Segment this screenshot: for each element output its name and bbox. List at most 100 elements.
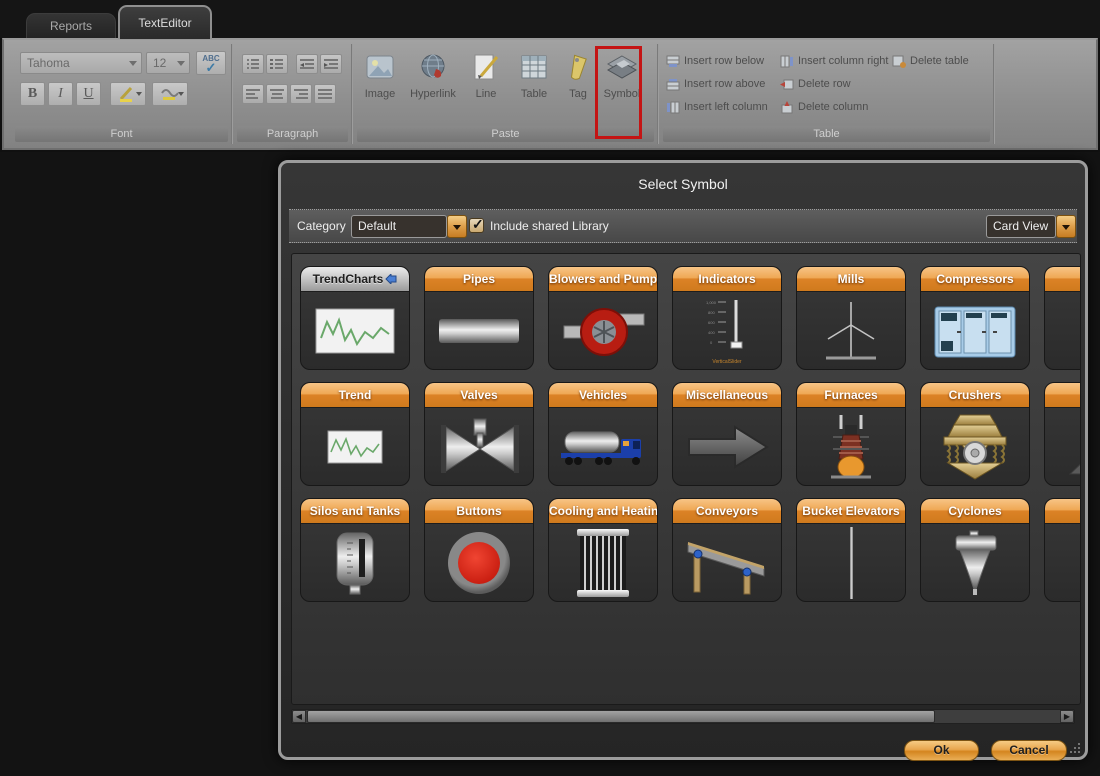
bullet-list-icon [246,58,260,70]
push-button-icon [448,532,510,594]
category-label: Category [297,219,346,233]
delete-table-label: Delete table [910,55,969,67]
horizontal-scrollbar[interactable]: ◀ ▶ [291,709,1075,724]
category-dropdown[interactable]: Default [351,215,447,238]
card-cyclones[interactable]: Cyclones [920,498,1030,602]
font-size-combo[interactable]: 12 [146,52,190,74]
scroll-right-arrow[interactable]: ▶ [1060,710,1074,723]
card-partial-1[interactable]: M [1044,266,1081,370]
underline-button[interactable]: U [76,82,101,106]
card-mills[interactable]: Mills [796,266,906,370]
card-valves[interactable]: Valves [424,382,534,486]
card-miscellaneous[interactable]: Miscellaneous [672,382,782,486]
card-bucket-elevators[interactable]: Bucket Elevators [796,498,906,602]
increase-indent-button[interactable] [320,54,342,74]
align-left-icon [246,88,260,100]
card-furnaces[interactable]: Furnaces [796,382,906,486]
view-dropdown[interactable]: Card View [986,215,1056,238]
card-vehicles[interactable]: Vehicles [548,382,658,486]
svg-text:400: 400 [708,330,715,335]
card-blowers-and-pumps[interactable]: Blowers and Pumps [548,266,658,370]
cooling-fins-icon [577,529,629,597]
insert-column-right-icon [780,55,794,68]
scroll-left-arrow[interactable]: ◀ [292,710,306,723]
insert-image-button[interactable]: Image [356,46,404,126]
justify-icon [318,88,332,100]
numbered-list-button[interactable] [266,54,288,74]
trend-chart-icon [327,430,383,464]
elevator-line-icon [850,527,853,599]
dialog-title: Select Symbol [281,176,1085,192]
cancel-button[interactable]: Cancel [991,740,1067,761]
card-cooling-and-heating[interactable]: Cooling and Heating [548,498,658,602]
insert-tag-button[interactable]: Tag [558,46,598,126]
decrease-indent-icon [300,58,314,70]
dialog-toolbar: Category Default Include shared Library … [289,209,1077,243]
resize-grip[interactable] [1068,741,1080,753]
numbered-list-icon [270,58,284,70]
highlight-color-button[interactable] [110,82,146,106]
card-indicators[interactable]: Indicators 1,000800600 4000 [672,266,782,370]
insert-line-button[interactable]: Line [462,46,510,126]
card-pipes[interactable]: Pipes [424,266,534,370]
insert-column-right-button[interactable]: Insert column right [780,52,888,70]
delete-table-button[interactable]: Delete table [892,52,969,70]
align-left-button[interactable] [242,84,264,104]
align-center-button[interactable] [266,84,288,104]
insert-column-right-label: Insert column right [798,55,888,67]
card-label: Crushers [921,383,1029,408]
card-label: Valves [425,383,533,408]
valve-icon [436,415,522,479]
delete-table-icon [892,55,906,68]
font-size-value: 12 [153,56,166,70]
font-color-button[interactable] [152,82,188,106]
spellcheck-button[interactable]: ABC ✓ [196,51,226,75]
card-crushers[interactable]: Crushers [920,382,1030,486]
card-label: Vehicles [549,383,657,408]
card-label: Mills [797,267,905,292]
include-shared-checkbox[interactable] [469,218,484,233]
insert-row-below-label: Insert row below [684,55,764,67]
card-buttons[interactable]: Buttons [424,498,534,602]
insert-left-column-button[interactable]: Insert left column [666,98,768,116]
chevron-down-icon [178,92,184,96]
tanker-truck-icon [557,422,649,472]
card-conveyors[interactable]: Conveyors [672,498,782,602]
bullet-list-button[interactable] [242,54,264,74]
insert-tag-label: Tag [569,88,587,100]
font-color-icon [160,85,180,103]
insert-hyperlink-label: Hyperlink [410,88,456,100]
card-label: Cooling and Heating [549,499,657,524]
align-center-icon [270,88,284,100]
card-label: Rec [1045,499,1081,524]
delete-column-button[interactable]: Delete column [780,98,868,116]
insert-table-button[interactable]: Table [510,46,558,126]
category-dropdown-button[interactable] [447,215,467,238]
font-family-combo[interactable]: Tahoma [20,52,142,74]
bold-button[interactable]: B [20,82,45,106]
insert-row-above-button[interactable]: Insert row above [666,75,765,93]
card-partial-3[interactable]: Rec [1044,498,1081,602]
card-compressors[interactable]: Compressors [920,266,1030,370]
insert-hyperlink-button[interactable]: Hyperlink [404,46,462,126]
view-dropdown-button[interactable] [1056,215,1076,238]
card-partial-2[interactable] [1044,382,1081,486]
scrollbar-thumb[interactable] [307,710,935,723]
align-right-button[interactable] [290,84,312,104]
decrease-indent-button[interactable] [296,54,318,74]
card-trendcharts[interactable]: TrendCharts [300,266,410,370]
card-silos-and-tanks[interactable]: Silos and Tanks [300,498,410,602]
delete-row-button[interactable]: Delete row [780,75,851,93]
motor-icon [1059,298,1081,364]
insert-row-below-button[interactable]: Insert row below [666,52,764,70]
silo-icon [325,529,385,597]
justify-button[interactable] [314,84,336,104]
italic-button[interactable]: I [48,82,73,106]
font-group-label: Font [15,126,228,142]
insert-left-column-icon [666,101,680,114]
card-trend[interactable]: Trend [300,382,410,486]
tab-texteditor[interactable]: TextEditor [118,5,212,39]
card-label: Indicators [673,267,781,292]
ok-button[interactable]: Ok [904,740,979,761]
tab-reports[interactable]: Reports [26,13,116,38]
